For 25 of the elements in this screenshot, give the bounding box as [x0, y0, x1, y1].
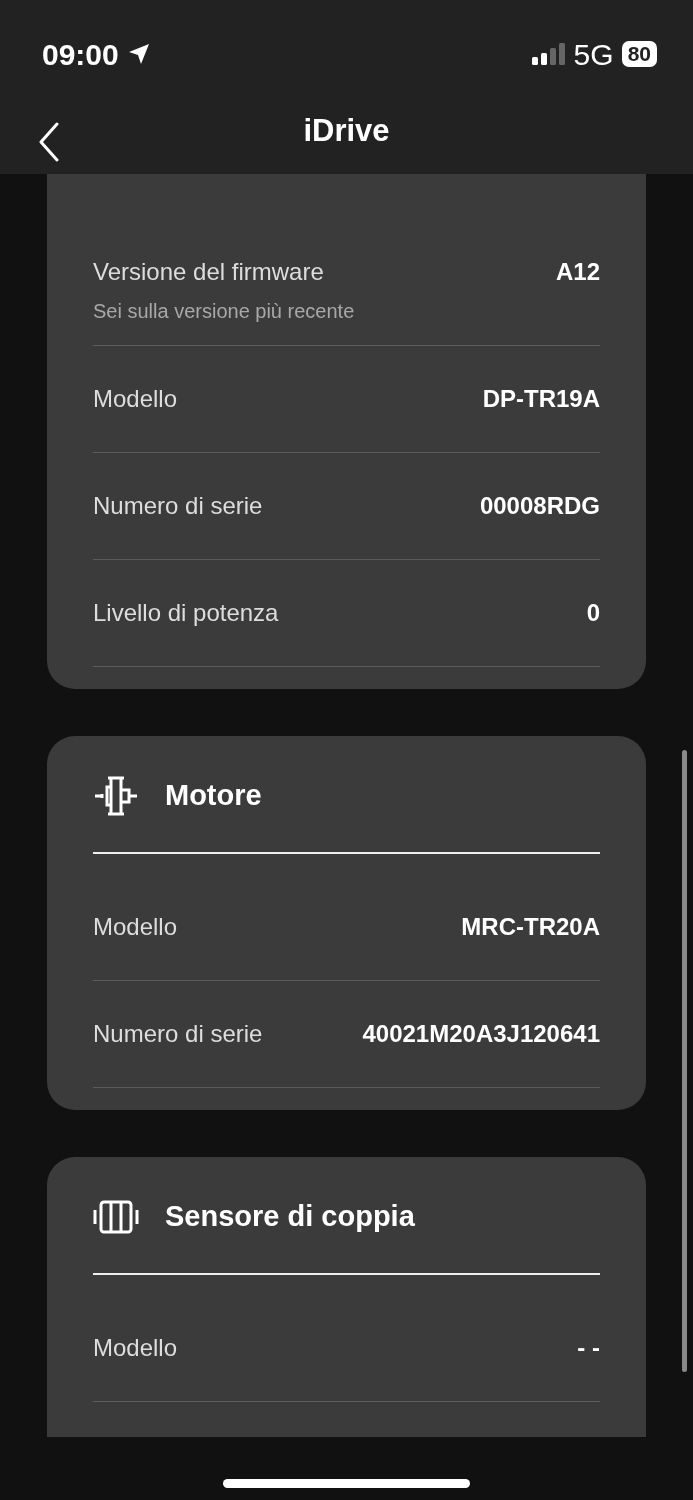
motor-icon	[93, 775, 139, 817]
row-subtitle: Sei sulla versione più recente	[93, 299, 355, 324]
clock-time: 09:00	[42, 36, 119, 73]
section-title: Sensore di coppia	[165, 1199, 415, 1235]
screen-title: iDrive	[303, 112, 390, 150]
battery-level: 80	[621, 41, 657, 67]
row-value: MRC-TR20A	[461, 912, 600, 942]
row-value: - -	[577, 1333, 600, 1363]
row-value: 40021M20A3J120641	[362, 1019, 600, 1049]
row-label: Numero di serie	[93, 1019, 263, 1049]
row-value: DP-TR19A	[482, 384, 600, 414]
row-label: Modello	[93, 384, 178, 414]
row-value: 00008RDG	[479, 491, 600, 521]
network-label: 5G	[573, 36, 614, 73]
row-label: Versione del firmware	[93, 257, 325, 287]
row-label: Numero di serie	[93, 491, 263, 521]
signal-icon	[531, 43, 566, 65]
row-value: 0	[586, 598, 600, 628]
back-icon[interactable]	[38, 122, 60, 162]
row-label: Modello	[93, 912, 178, 942]
section-title: Motore	[165, 778, 262, 814]
row-value: A12	[555, 257, 600, 287]
row-label: Livello di potenza	[93, 598, 279, 628]
row-label: Modello	[93, 1333, 178, 1363]
torque-sensor-icon	[93, 1199, 139, 1235]
